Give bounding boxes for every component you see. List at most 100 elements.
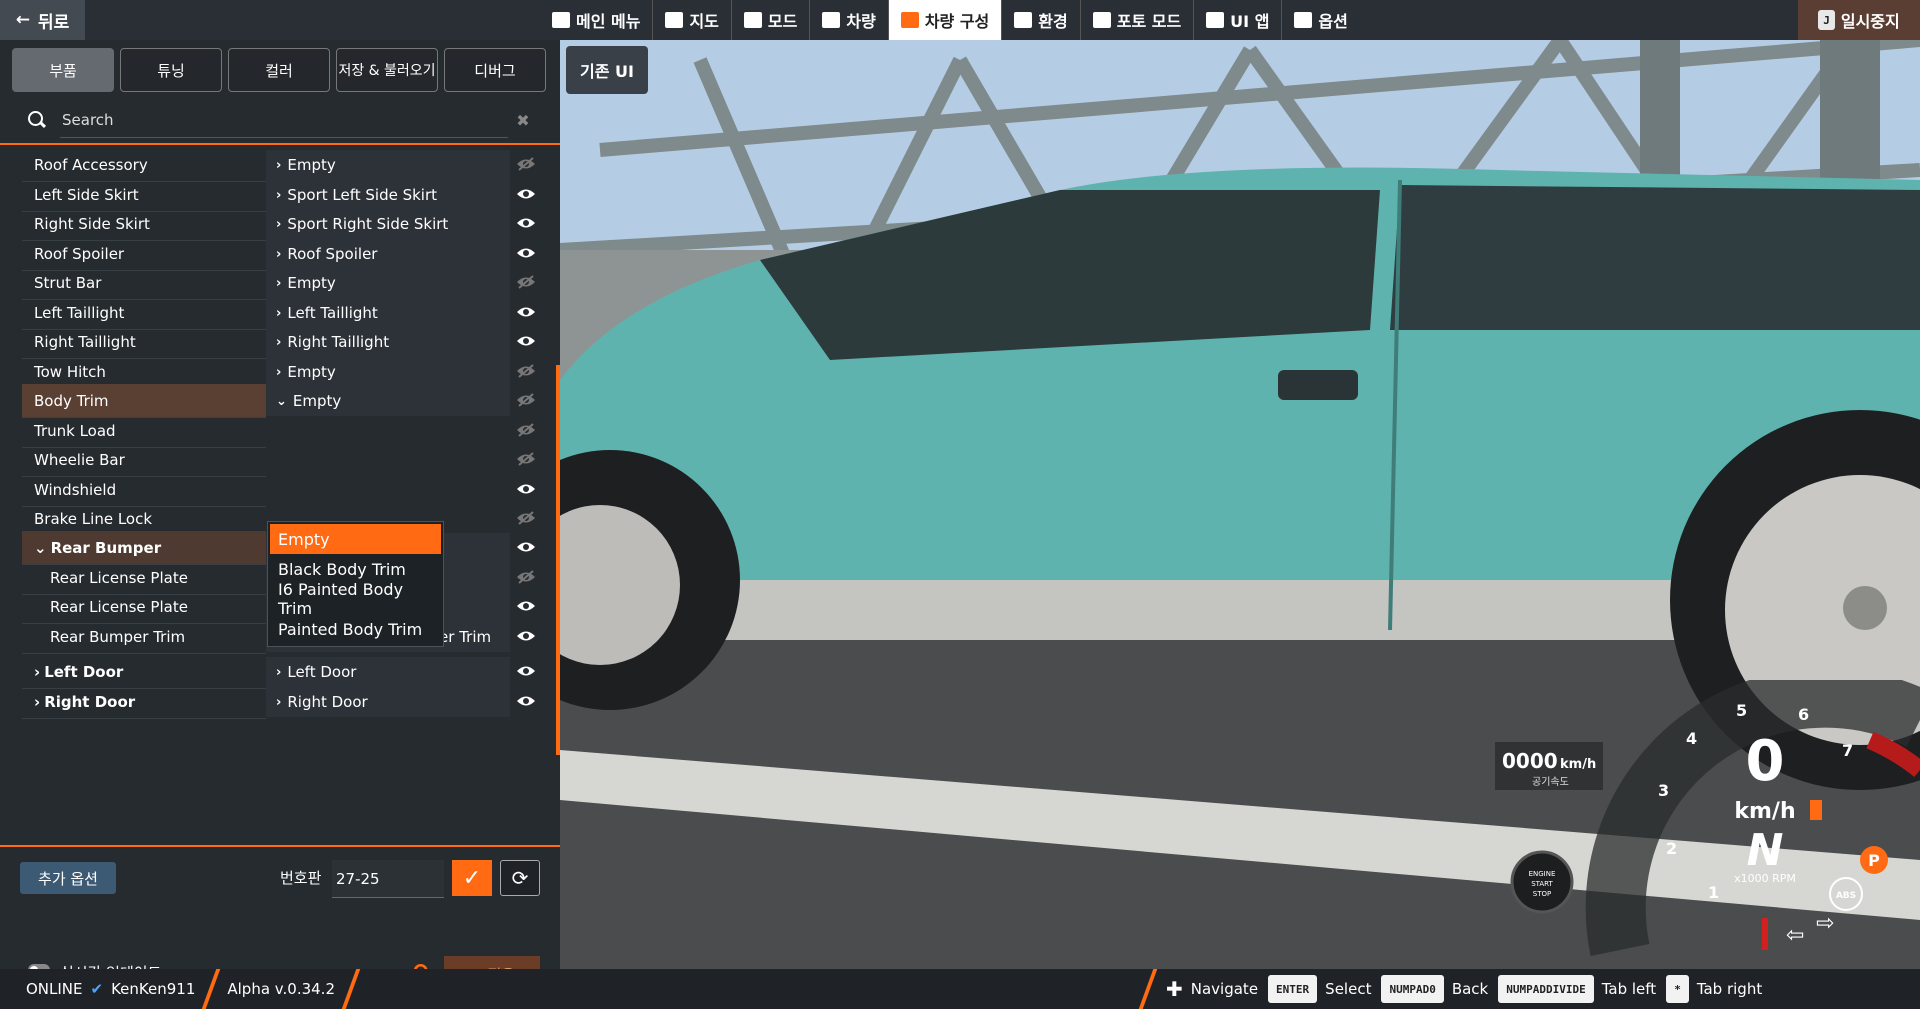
eye-icon[interactable] xyxy=(516,216,540,232)
eye-off-icon[interactable] xyxy=(516,423,540,439)
menu-item-map[interactable]: 지도 xyxy=(653,0,732,40)
arrow-left-icon: ← xyxy=(15,10,30,30)
vehicle-config-panel: 부품 튜닝 컬러 저장 & 불러오기 디버그 ✖ Roof Accessory ›… xyxy=(0,40,560,992)
part-name-text: Roof Accessory xyxy=(34,155,148,174)
confirm-plate-button[interactable]: ✓ xyxy=(452,860,492,896)
tab-save-load[interactable]: 저장 & 불러오기 xyxy=(336,48,438,92)
close-icon[interactable]: ✖ xyxy=(508,111,538,130)
eye-icon[interactable] xyxy=(516,246,540,262)
dropdown-option[interactable]: Empty xyxy=(270,524,441,554)
part-name-text: Rear License Plate xyxy=(50,597,188,616)
part-row[interactable]: Wheelie Bar xyxy=(22,443,510,477)
fuel-icon xyxy=(1810,800,1822,820)
license-plate-input[interactable] xyxy=(332,860,444,898)
dropdown-option[interactable]: I6 Painted Body Trim xyxy=(270,580,441,618)
part-value-select[interactable]: › Empty xyxy=(266,357,510,387)
speedometer-hud: 0000 km/h 공기속도 ENGINE START STOP 0 km/h … xyxy=(1490,667,1920,980)
part-name-text: Right Side Skirt xyxy=(34,214,150,233)
menu-item-vehicle-config[interactable]: 차량 구성 xyxy=(888,0,1003,40)
part-row[interactable]: Right Side Skirt › Sport Right Side Skirt xyxy=(22,207,510,241)
sliders-icon xyxy=(1294,12,1313,28)
eye-icon[interactable] xyxy=(516,599,540,615)
menu-item-photo-mode[interactable]: 포토 모드 xyxy=(1081,0,1195,40)
part-row[interactable]: › Left Door › Left Door xyxy=(22,655,510,689)
part-value-select[interactable]: › Empty xyxy=(266,268,510,298)
eye-icon[interactable] xyxy=(516,187,540,203)
eye-icon[interactable] xyxy=(516,540,540,556)
chevron-right-icon: › xyxy=(276,364,282,380)
part-name-text: Rear Bumper Trim xyxy=(50,627,186,646)
tab-tuning[interactable]: 튜닝 xyxy=(120,48,222,92)
part-name: ⌄ Rear Bumper xyxy=(22,531,266,565)
eye-icon[interactable] xyxy=(516,482,540,498)
eye-off-icon[interactable] xyxy=(516,364,540,380)
part-name-text: Strut Bar xyxy=(34,273,102,292)
part-value-text: Empty xyxy=(287,156,336,174)
part-row[interactable]: › Right Door › Right Door xyxy=(22,685,510,719)
menu-item-environment[interactable]: 환경 xyxy=(1002,0,1081,40)
part-value-select[interactable]: › Empty xyxy=(266,150,510,180)
tab-debug[interactable]: 디버그 xyxy=(444,48,546,92)
tab-parts[interactable]: 부품 xyxy=(12,48,114,92)
part-name-text: Roof Spoiler xyxy=(34,244,125,263)
part-value-select[interactable]: › Sport Right Side Skirt xyxy=(266,209,510,239)
body-trim-dropdown: Empty Black Body Trim I6 Painted Body Tr… xyxy=(267,521,444,647)
part-value-select[interactable]: › Left Door xyxy=(266,657,510,687)
eye-off-icon[interactable] xyxy=(516,511,540,527)
puzzle-icon xyxy=(743,12,762,28)
menu-item-options[interactable]: 옵션 xyxy=(1282,0,1359,40)
eye-off-icon[interactable] xyxy=(516,393,540,409)
part-value-select[interactable]: › Right Door xyxy=(266,687,510,717)
chevron-right-icon: › xyxy=(276,664,282,680)
legacy-ui-button[interactable]: 기존 UI xyxy=(566,46,648,94)
part-name-text: Left Taillight xyxy=(34,303,125,322)
part-row[interactable]: Strut Bar › Empty xyxy=(22,266,510,300)
eye-icon[interactable] xyxy=(516,305,540,321)
online-label: ONLINE xyxy=(26,980,83,998)
part-value-select[interactable]: › Sport Left Side Skirt xyxy=(266,180,510,210)
part-value-select[interactable]: › Right Taillight xyxy=(266,327,510,357)
menu-item-vehicles[interactable]: 차량 xyxy=(810,0,889,40)
eye-off-icon[interactable] xyxy=(516,452,540,468)
tab-color[interactable]: 컬러 xyxy=(228,48,330,92)
hint-navigate: ✚ Navigate xyxy=(1166,977,1259,1001)
part-row[interactable]: Roof Accessory › Empty xyxy=(22,148,510,182)
divider xyxy=(1138,969,1158,1009)
pause-button[interactable]: J 일시중지 xyxy=(1798,0,1920,40)
eye-icon[interactable] xyxy=(516,694,540,710)
divider xyxy=(202,969,221,1009)
eye-icon[interactable] xyxy=(516,664,540,680)
part-row[interactable]: Right Taillight › Right Taillight xyxy=(22,325,510,359)
randomize-plate-button[interactable]: ⟳ xyxy=(500,860,540,896)
back-button[interactable]: ← 뒤로 xyxy=(0,0,85,40)
gear-indicator: N xyxy=(1747,825,1784,876)
search-input[interactable] xyxy=(60,102,508,138)
search-icon xyxy=(28,111,46,129)
eye-off-icon[interactable] xyxy=(516,157,540,173)
eye-icon[interactable] xyxy=(516,629,540,645)
menu-item-mods[interactable]: 모드 xyxy=(732,0,811,40)
airspeed-label: 공기속도 xyxy=(1532,776,1569,788)
part-value-select[interactable]: › Roof Spoiler xyxy=(266,239,510,269)
extra-options-button[interactable]: 추가 옵션 xyxy=(20,862,116,894)
eye-off-icon[interactable] xyxy=(516,570,540,586)
eye-icon[interactable] xyxy=(516,334,540,350)
license-plate-label: 번호판 xyxy=(280,869,322,887)
divider xyxy=(0,143,560,145)
part-name-text: Windshield xyxy=(34,480,117,499)
dropdown-option[interactable]: Painted Body Trim xyxy=(270,614,441,644)
car-icon xyxy=(822,12,841,28)
part-value-select[interactable]: › Left Taillight xyxy=(266,298,510,328)
part-row[interactable]: Body Trim ⌄ Empty xyxy=(22,384,510,418)
main-menu: 메인 메뉴 지도 모드 차량 차량 구성 환경 포토 모드 UI 앱 옵션 xyxy=(540,0,1360,40)
online-status: ONLINE ✔ KenKen911 Alpha v.0.34.2 xyxy=(26,969,361,1009)
scrollbar[interactable] xyxy=(556,365,560,755)
user-icon: ✔ xyxy=(90,980,104,998)
eye-off-icon[interactable] xyxy=(516,275,540,291)
menu-item-main-menu[interactable]: 메인 메뉴 xyxy=(540,0,654,40)
username: KenKen911 xyxy=(111,980,196,998)
menu-item-ui-apps[interactable]: UI 앱 xyxy=(1194,0,1283,40)
part-value-text: Left Taillight xyxy=(287,304,378,322)
part-value-select[interactable]: ⌄ Empty xyxy=(266,386,510,416)
part-name: Rear License Plate xyxy=(22,590,266,624)
